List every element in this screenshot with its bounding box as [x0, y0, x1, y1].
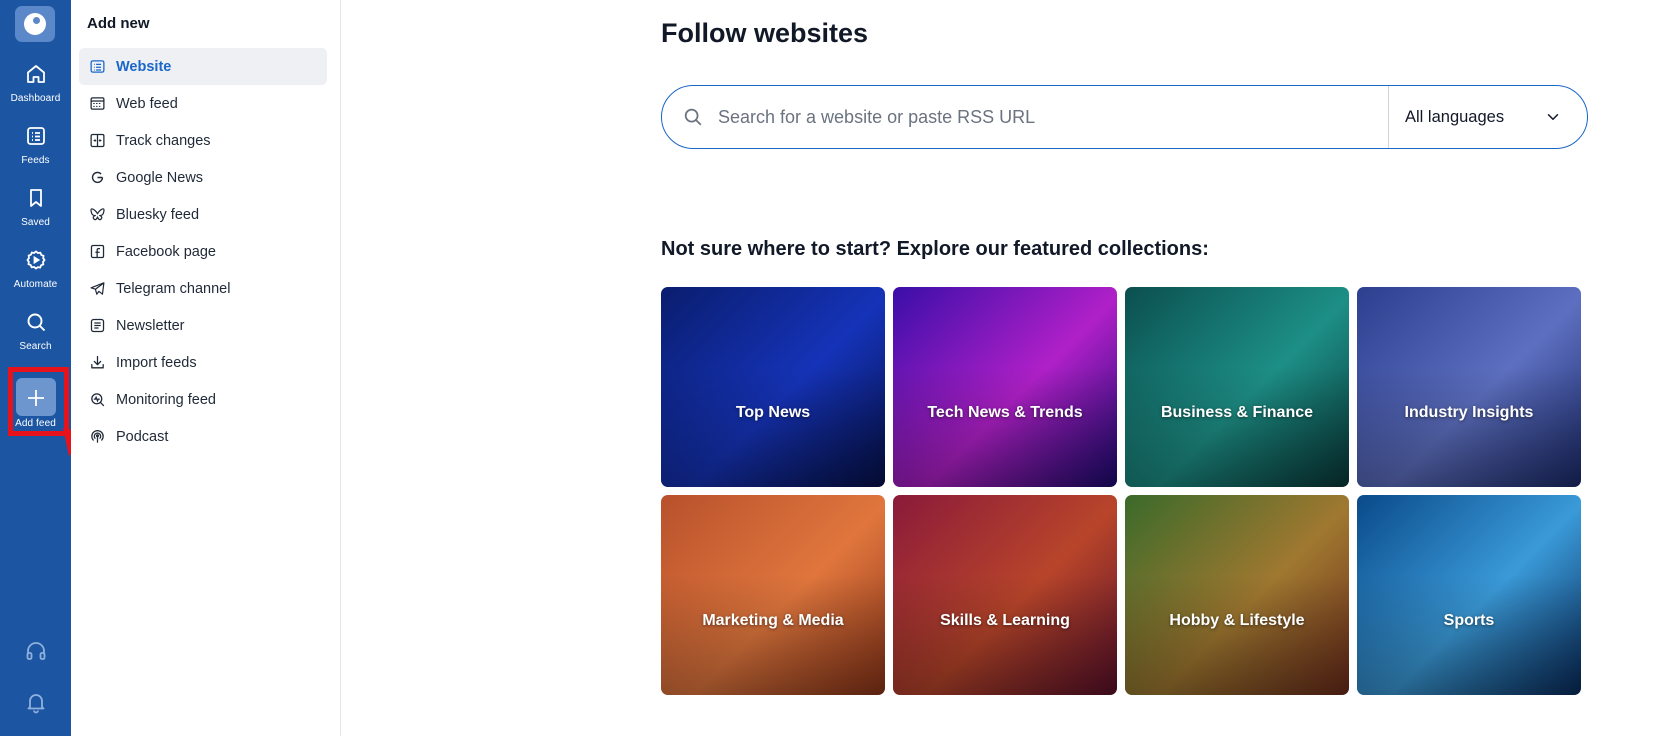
menu-item-facebook-page[interactable]: Facebook page	[79, 233, 327, 270]
add-new-menu: Website Web feed Track changes Google Ne…	[79, 48, 327, 455]
menu-item-label: Podcast	[116, 428, 169, 445]
notifications-button[interactable]	[0, 690, 71, 714]
web-feed-icon	[90, 97, 105, 110]
chevron-down-icon	[1547, 114, 1559, 120]
menu-item-label: Newsletter	[116, 317, 185, 334]
collection-card-hobby-lifestyle[interactable]: Hobby & Lifestyle	[1125, 495, 1349, 695]
rail-label: Dashboard	[10, 93, 61, 104]
facebook-icon	[90, 244, 105, 259]
collection-card-label: Sports	[1443, 612, 1495, 629]
left-rail: Dashboard Feeds Saved Automate Search Ad…	[0, 0, 71, 736]
card-shade	[1125, 287, 1349, 487]
bookmark-icon	[29, 189, 42, 207]
menu-item-label: Bluesky feed	[116, 206, 200, 223]
search-icon	[27, 313, 45, 332]
rail-label: Saved	[21, 217, 50, 228]
collection-card-skills-learning[interactable]: Skills & Learning	[893, 495, 1117, 695]
card-shade	[1357, 287, 1581, 487]
menu-item-label: Track changes	[116, 132, 211, 149]
menu-item-bluesky-feed[interactable]: Bluesky feed	[79, 196, 327, 233]
rail-item-search[interactable]: Search	[0, 308, 71, 368]
collection-card-label: Business & Finance	[1160, 404, 1314, 421]
menu-item-web-feed[interactable]: Web feed	[79, 85, 327, 122]
collection-card-label: Skills & Learning	[940, 612, 1070, 629]
collection-card-label: Tech News & Trends	[927, 404, 1083, 421]
collections-grid: Top News Tech News & Trends Business & F…	[661, 287, 1586, 695]
podcast-icon	[91, 429, 104, 443]
search-bar: All languages	[661, 85, 1588, 149]
rail-item-feeds[interactable]: Feeds	[0, 122, 71, 182]
menu-item-newsletter[interactable]: Newsletter	[79, 307, 327, 344]
menu-item-import-feeds[interactable]: Import feeds	[79, 344, 327, 381]
menu-item-label: Telegram channel	[116, 280, 231, 297]
search-input[interactable]	[718, 106, 1378, 128]
home-icon	[26, 65, 45, 83]
website-icon	[90, 60, 105, 73]
main-content: Follow websites All languages Not sure w…	[341, 0, 1671, 736]
menu-item-label: Google News	[116, 169, 204, 186]
menu-item-telegram-channel[interactable]: Telegram channel	[79, 270, 327, 307]
collection-card-industry-insights[interactable]: Industry Insights	[1357, 287, 1581, 487]
language-select[interactable]: All languages	[1388, 86, 1588, 148]
monitoring-icon	[91, 393, 105, 407]
collection-card-sports[interactable]: Sports	[1357, 495, 1581, 695]
collection-card-top-news[interactable]: Top News	[661, 287, 885, 487]
rail-item-dashboard[interactable]: Dashboard	[0, 60, 71, 120]
card-shade	[893, 287, 1117, 487]
google-icon	[91, 171, 104, 184]
collection-card-label: Marketing & Media	[702, 612, 844, 629]
menu-item-monitoring-feed[interactable]: Monitoring feed	[79, 381, 327, 418]
card-shade	[661, 495, 885, 695]
menu-item-website[interactable]: Website	[79, 48, 327, 85]
add-feed-button[interactable]	[15, 378, 56, 416]
collection-card-label: Top News	[735, 404, 811, 421]
panel-title: Add new	[87, 15, 150, 32]
collection-card-business-finance[interactable]: Business & Finance	[1125, 287, 1349, 487]
page-title: Follow websites	[661, 18, 869, 48]
collection-card-label: Hobby & Lifestyle	[1169, 612, 1305, 629]
app: Dashboard Feeds Saved Automate Search Ad…	[0, 0, 1671, 736]
menu-item-google-news[interactable]: Google News	[79, 159, 327, 196]
rail-item-automate[interactable]: Automate	[0, 246, 71, 306]
plus-icon	[27, 390, 44, 406]
track-changes-icon	[90, 133, 105, 148]
feeds-icon	[26, 127, 45, 145]
logo-icon	[24, 13, 46, 35]
automate-icon	[25, 250, 46, 270]
menu-item-track-changes[interactable]: Track changes	[79, 122, 327, 159]
language-select-value: All languages	[1405, 107, 1505, 126]
rail-label: Automate	[13, 279, 58, 290]
menu-item-label: Facebook page	[116, 243, 216, 260]
rail-item-add-feed[interactable]: Add feed	[0, 378, 71, 438]
add-new-panel: Add new Website Web feed Track changes G…	[71, 0, 341, 736]
collections-heading: Not sure where to start? Explore our fea…	[661, 238, 1209, 260]
menu-item-label: Web feed	[116, 95, 178, 112]
collection-card-marketing-media[interactable]: Marketing & Media	[661, 495, 885, 695]
import-icon	[91, 355, 104, 369]
rail-label: Feeds	[21, 155, 50, 166]
collection-card-label: Industry Insights	[1404, 404, 1534, 421]
search-icon	[684, 108, 702, 126]
telegram-icon	[90, 282, 105, 295]
card-shade	[1357, 495, 1581, 695]
menu-item-label: Monitoring feed	[116, 391, 216, 408]
rail-item-saved[interactable]: Saved	[0, 184, 71, 244]
headset-icon	[26, 642, 45, 660]
rail-label: Add feed	[15, 418, 56, 429]
butterfly-icon	[90, 208, 105, 221]
menu-item-podcast[interactable]: Podcast	[79, 418, 327, 455]
card-shade	[1125, 495, 1349, 695]
bell-icon	[27, 694, 44, 714]
app-logo[interactable]	[15, 6, 55, 42]
support-button[interactable]	[0, 639, 71, 663]
card-shade	[661, 287, 885, 487]
menu-item-label: Import feeds	[116, 354, 197, 371]
newsletter-icon	[90, 318, 105, 333]
collection-card-tech-news[interactable]: Tech News & Trends	[893, 287, 1117, 487]
card-shade	[893, 495, 1117, 695]
rail-label: Search	[19, 341, 52, 352]
menu-item-label: Website	[116, 58, 172, 75]
